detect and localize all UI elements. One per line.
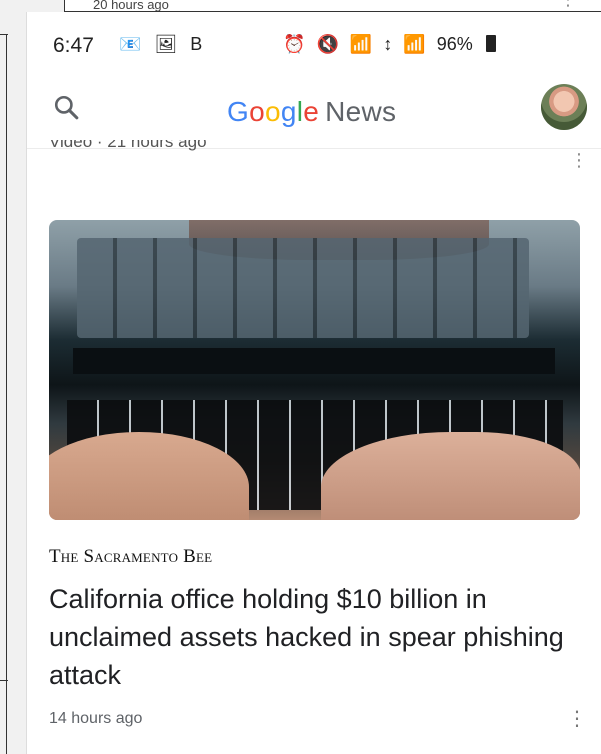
google-news-logo: Google News	[227, 96, 396, 128]
logo-letter: e	[303, 96, 320, 127]
background-more-icon: ⋮	[559, 0, 577, 8]
data-transfer-icon: ↕	[383, 34, 393, 54]
logo-letter: g	[280, 96, 297, 127]
battery-level: 96%	[436, 34, 473, 54]
article-more-icon[interactable]: ⋮	[565, 705, 589, 733]
signal-icon: 📶	[403, 34, 426, 54]
article-image[interactable]	[49, 220, 580, 520]
background-card-edge: 20 hours ago ⋮	[64, 0, 601, 12]
background-frame-tick	[0, 680, 8, 681]
logo-news-text: News	[325, 96, 397, 127]
status-bar: 6:47 📧 🖼 B ⏰ 🔇 📶 ↕ 📶 96%	[27, 12, 601, 68]
status-time: 6:47	[53, 34, 94, 57]
logo-letter: G	[227, 96, 250, 127]
previous-item-more-icon[interactable]: ⋮	[570, 150, 588, 171]
logo-letter: o	[264, 96, 281, 127]
previous-item-meta-text: Video · 21 hours ago	[49, 140, 207, 151]
article-publisher: The Sacramento Bee	[49, 546, 213, 567]
app-bar: Google News	[27, 68, 601, 149]
background-time: 20 hours ago	[93, 0, 169, 12]
article-headline[interactable]: California office holding $10 billion in…	[49, 580, 569, 694]
mute-icon: 🔇	[316, 34, 339, 54]
background-frame-tick	[0, 34, 8, 35]
system-icons: ⏰ 🔇 📶 ↕ 📶 96%	[283, 34, 502, 55]
article-time: 14 hours ago	[49, 710, 143, 727]
logo-letter: o	[249, 96, 265, 127]
notification-icons: 📧 🖼 B	[119, 34, 207, 54]
previous-item-meta: Video · 21 hours ago	[49, 140, 207, 158]
background-frame-line	[6, 34, 7, 754]
image-laptop-screen	[77, 238, 529, 338]
account-avatar[interactable]	[541, 84, 587, 130]
wifi-icon: 📶	[349, 34, 373, 54]
search-icon[interactable]	[53, 94, 79, 120]
battery-icon	[485, 35, 496, 52]
image-laptop-hinge	[73, 348, 555, 374]
alarm-icon: ⏰	[283, 34, 306, 54]
google-news-screen: 6:47 📧 🖼 B ⏰ 🔇 📶 ↕ 📶 96% Google News Vide…	[26, 12, 601, 754]
